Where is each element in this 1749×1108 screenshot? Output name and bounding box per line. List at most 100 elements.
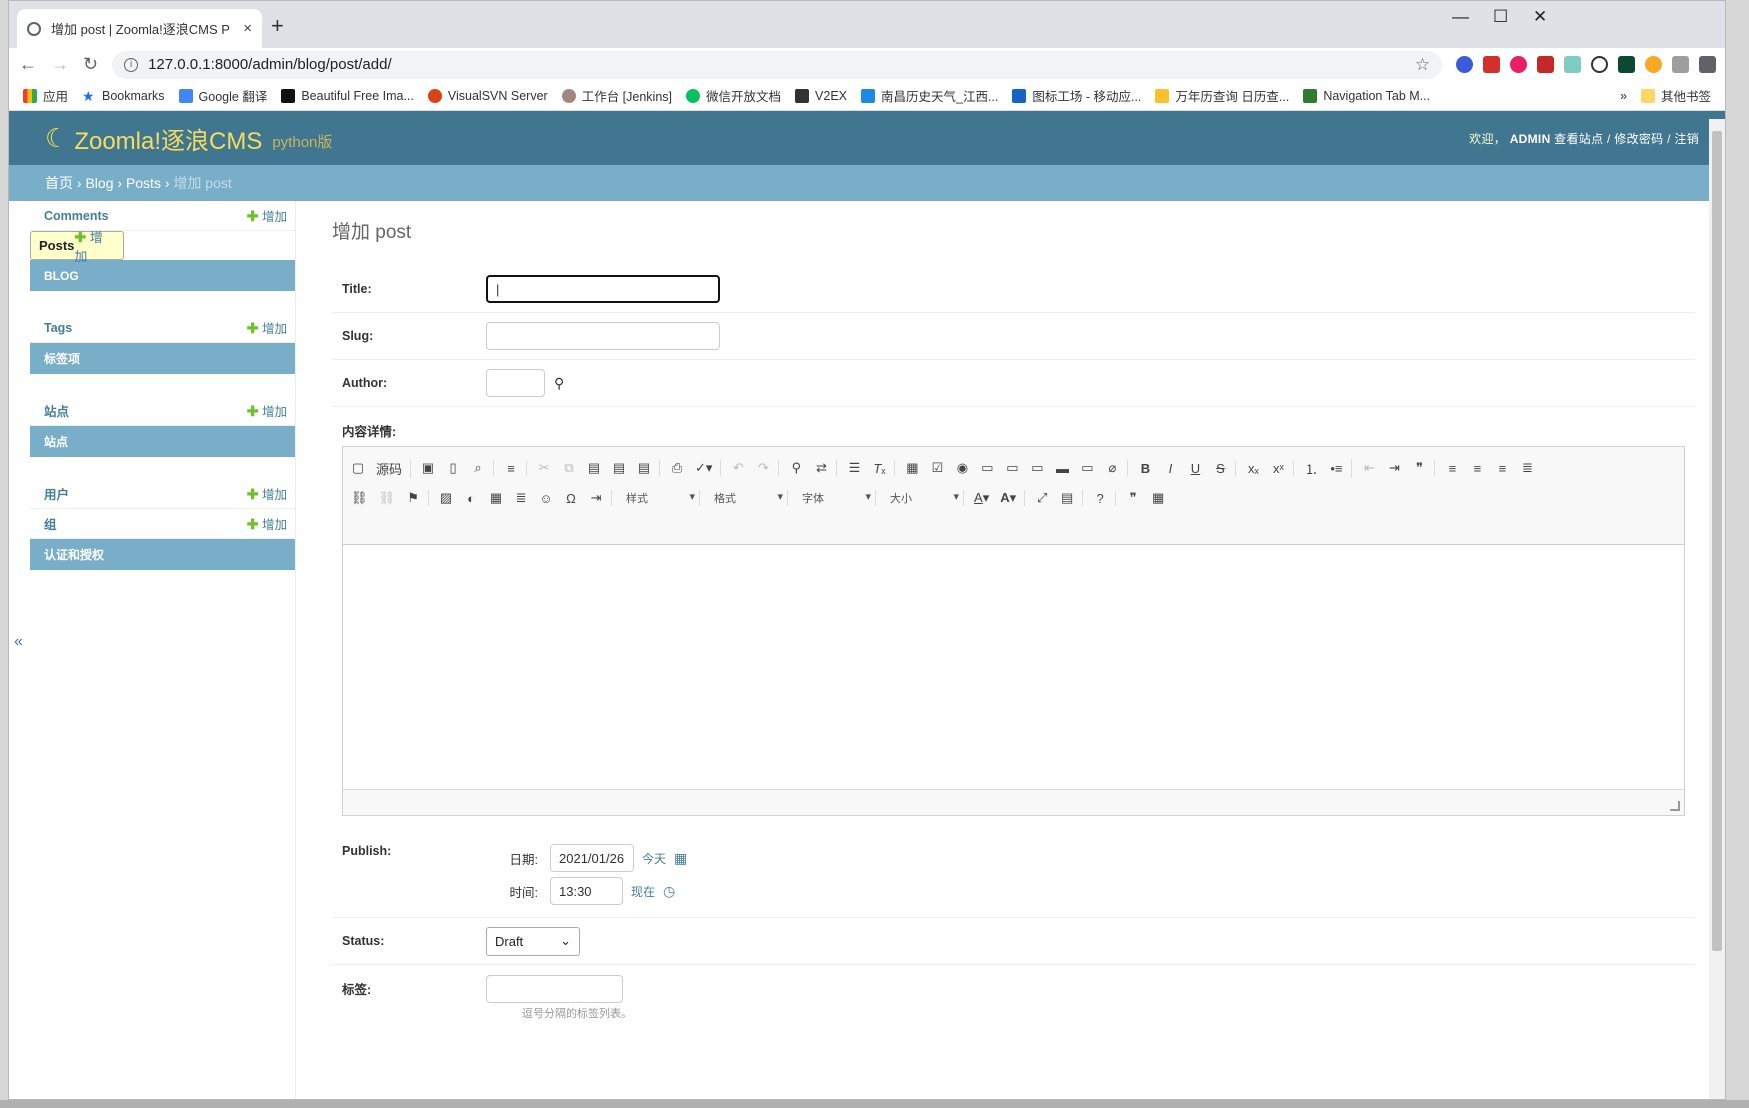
- editor-content-area[interactable]: [343, 545, 1684, 789]
- play-extension-icon[interactable]: [1591, 56, 1609, 73]
- module-caption[interactable]: 标签项: [30, 343, 295, 374]
- undo-icon[interactable]: ↶: [731, 460, 745, 476]
- search-icon[interactable]: ⚲: [554, 375, 564, 392]
- sidebar-item-sites[interactable]: 站点 ✚ 增加: [30, 396, 295, 426]
- django-extension-icon[interactable]: [1618, 56, 1636, 73]
- quote-icon[interactable]: ❞: [1126, 490, 1140, 506]
- paste-text-icon[interactable]: ▤: [612, 460, 626, 476]
- paste-word-icon[interactable]: ▤: [637, 460, 651, 476]
- slug-input[interactable]: [486, 322, 720, 350]
- image-button-icon[interactable]: ▭: [1080, 460, 1094, 476]
- size-select[interactable]: 大小 ▾: [886, 490, 965, 506]
- bookmark-item[interactable]: Navigation Tab M...: [1303, 88, 1430, 103]
- pdf-extension-icon[interactable]: [1483, 56, 1501, 73]
- time-input[interactable]: 13:30: [550, 877, 623, 905]
- bold-icon[interactable]: B: [1138, 461, 1152, 476]
- anchor-icon[interactable]: ⚑: [406, 490, 420, 506]
- flash-icon[interactable]: ◐: [464, 491, 478, 506]
- justify-icon[interactable]: ≣: [1520, 460, 1534, 476]
- browser-tab[interactable]: 增加 post | Zoomla!逐浪CMS P ×: [17, 9, 262, 48]
- title-input[interactable]: |: [486, 275, 720, 303]
- link-icon[interactable]: ⛓: [351, 490, 368, 506]
- address-bar[interactable]: i 127.0.0.1:8000/admin/blog/post/add/ ☆: [112, 50, 1443, 79]
- bookmark-item[interactable]: 南昌历史天气_江西...: [861, 86, 998, 105]
- calendar-icon[interactable]: ▦: [674, 850, 687, 867]
- paste-icon[interactable]: ▤: [587, 460, 601, 476]
- save-icon[interactable]: ▣: [421, 460, 435, 476]
- page-scrollbar[interactable]: [1709, 119, 1725, 1099]
- align-center-icon[interactable]: ≡: [1470, 461, 1484, 476]
- date-input[interactable]: 2021/01/26: [550, 844, 634, 872]
- extension-icon[interactable]: [1672, 56, 1690, 73]
- code-snippet-icon[interactable]: ▦: [1151, 490, 1165, 506]
- bookmark-item[interactable]: VisualSVN Server: [427, 88, 548, 103]
- bookmark-item[interactable]: ★ Bookmarks: [82, 89, 165, 103]
- new-page-icon[interactable]: ▯: [446, 460, 460, 476]
- module-caption[interactable]: 认证和授权: [30, 539, 295, 570]
- close-window-button[interactable]: ✕: [1533, 7, 1547, 27]
- numbered-list-icon[interactable]: ⒈: [1304, 459, 1318, 478]
- sidebar-item-users[interactable]: 用户 ✚ 增加: [30, 479, 295, 509]
- indent-icon[interactable]: ⇥: [1387, 460, 1401, 476]
- extension-icon[interactable]: [1564, 56, 1582, 73]
- forward-icon[interactable]: →: [51, 54, 69, 75]
- breadcrumb-model[interactable]: Posts: [126, 175, 161, 191]
- author-input[interactable]: [486, 369, 545, 397]
- logout-link[interactable]: 注销: [1674, 132, 1699, 146]
- font-select[interactable]: 字体 ▾: [798, 490, 877, 506]
- bulleted-list-icon[interactable]: •≡: [1329, 461, 1343, 476]
- add-link[interactable]: ✚ 增加: [247, 401, 287, 420]
- new-tab-button[interactable]: +: [271, 13, 284, 39]
- bookmark-item[interactable]: V2EX: [795, 88, 847, 103]
- source-icon[interactable]: ▢: [351, 460, 365, 476]
- editor-resize-bar[interactable]: [343, 789, 1684, 815]
- maximize-button[interactable]: ☐: [1493, 7, 1508, 27]
- preview-icon[interactable]: ⌕: [471, 460, 485, 476]
- bg-color-icon[interactable]: A▾: [1000, 490, 1016, 506]
- sidebar-item-groups[interactable]: 组 ✚ 增加: [30, 509, 295, 539]
- maximize-icon[interactable]: ⤢: [1035, 490, 1049, 506]
- bookmark-item[interactable]: Google 翻译: [178, 86, 267, 105]
- bookmark-item[interactable]: 应用: [23, 86, 68, 105]
- textarea-icon[interactable]: ▭: [1005, 460, 1019, 476]
- add-link[interactable]: ✚ 增加: [74, 227, 115, 265]
- back-icon[interactable]: ←: [19, 54, 37, 75]
- bookmark-item[interactable]: 万年历查询 日历查...: [1155, 86, 1289, 105]
- module-caption[interactable]: BLOG: [30, 260, 295, 291]
- copy-icon[interactable]: ⧉: [562, 460, 576, 476]
- unlink-icon[interactable]: ⛓: [379, 490, 396, 506]
- sidebar-toggle-icon[interactable]: «: [14, 633, 23, 651]
- extension-icon[interactable]: [1510, 56, 1528, 73]
- puzzle-icon[interactable]: [1699, 56, 1717, 73]
- select-icon[interactable]: ▭: [1030, 460, 1044, 476]
- page-break-icon[interactable]: ⇥: [589, 490, 603, 506]
- smiley-icon[interactable]: ☺: [539, 491, 553, 506]
- show-blocks-icon[interactable]: ▤: [1060, 490, 1074, 506]
- close-tab-icon[interactable]: ×: [243, 20, 252, 37]
- bookmark-item[interactable]: 图标工场 - 移动应...: [1012, 86, 1141, 105]
- source-button[interactable]: 源码: [376, 459, 402, 478]
- add-link[interactable]: ✚ 增加: [247, 206, 287, 225]
- breadcrumb-app[interactable]: Blog: [85, 175, 113, 191]
- extension-icon[interactable]: [1645, 56, 1663, 73]
- other-bookmarks[interactable]: 其他书签: [1640, 86, 1711, 105]
- change-password-link[interactable]: 修改密码: [1614, 132, 1663, 146]
- sidebar-item-posts[interactable]: Posts ✚ 增加: [30, 229, 124, 264]
- module-caption[interactable]: 站点: [30, 426, 295, 457]
- print-icon[interactable]: ⎙: [670, 460, 684, 476]
- checkbox-icon[interactable]: ☑: [930, 460, 944, 476]
- image-icon[interactable]: ▨: [439, 490, 453, 506]
- info-icon[interactable]: i: [124, 57, 139, 72]
- bookmarks-overflow[interactable]: »: [1620, 89, 1627, 103]
- superscript-icon[interactable]: xˣ: [1271, 461, 1285, 476]
- button-icon[interactable]: ▬: [1055, 461, 1069, 476]
- radio-icon[interactable]: ◉: [955, 460, 969, 476]
- tags-input[interactable]: [486, 974, 623, 1003]
- form-icon[interactable]: ▦: [905, 460, 919, 476]
- align-right-icon[interactable]: ≡: [1495, 461, 1509, 476]
- replace-icon[interactable]: ⇄: [814, 460, 828, 476]
- subscript-icon[interactable]: xₓ: [1246, 461, 1260, 476]
- blockquote-icon[interactable]: ❞: [1412, 460, 1426, 476]
- outdent-icon[interactable]: ⇤: [1362, 460, 1376, 476]
- redo-icon[interactable]: ↷: [756, 460, 770, 476]
